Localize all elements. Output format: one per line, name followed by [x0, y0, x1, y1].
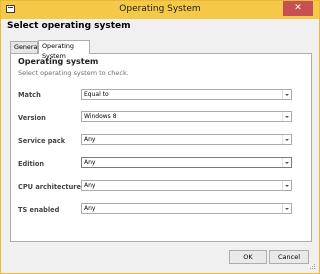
match-label: Match: [18, 91, 41, 99]
resize-grip-icon[interactable]: [309, 263, 316, 270]
version-value: Windows 8: [84, 113, 117, 120]
dialog-window: Operating System ✕ Select operating syst…: [0, 0, 320, 274]
edition-label: Edition: [18, 160, 45, 168]
chevron-down-icon[interactable]: [282, 112, 291, 121]
chevron-down-icon[interactable]: [282, 204, 291, 213]
edition-dropdown[interactable]: Any: [81, 157, 292, 168]
edition-value: Any: [84, 159, 96, 166]
ok-button[interactable]: OK: [229, 250, 267, 264]
cpu-architecture-label: CPU architecture: [18, 183, 81, 191]
title-bar[interactable]: Operating System ✕: [1, 1, 319, 19]
ts-enabled-dropdown[interactable]: Any: [81, 203, 292, 214]
service-pack-dropdown[interactable]: Any: [81, 134, 292, 145]
service-pack-value: Any: [84, 136, 96, 143]
chevron-down-icon[interactable]: [282, 181, 291, 190]
chevron-down-icon[interactable]: [282, 90, 291, 99]
version-dropdown[interactable]: Windows 8: [81, 111, 292, 122]
window-title: Operating System: [119, 4, 201, 14]
cancel-button[interactable]: Cancel: [269, 250, 309, 264]
version-label: Version: [18, 114, 46, 122]
cpu-architecture-dropdown[interactable]: Any: [81, 180, 292, 191]
panel-subtitle: Select operating system to check.: [18, 69, 129, 77]
match-value: Equal to: [84, 91, 109, 98]
service-pack-label: Service pack: [18, 137, 66, 145]
tab-general[interactable]: General: [10, 41, 39, 53]
ts-enabled-label: TS enabled: [18, 206, 60, 214]
tab-operating-system[interactable]: Operating System: [38, 40, 90, 60]
match-dropdown[interactable]: Equal to: [81, 89, 292, 100]
chevron-down-icon[interactable]: [282, 158, 291, 167]
tab-panel: Operating system Select operating system…: [10, 53, 312, 242]
cpu-architecture-value: Any: [84, 182, 96, 189]
ts-enabled-value: Any: [84, 205, 96, 212]
dialog-heading: Select operating system: [7, 21, 131, 31]
chevron-down-icon[interactable]: [282, 135, 291, 144]
close-button[interactable]: ✕: [283, 1, 313, 16]
